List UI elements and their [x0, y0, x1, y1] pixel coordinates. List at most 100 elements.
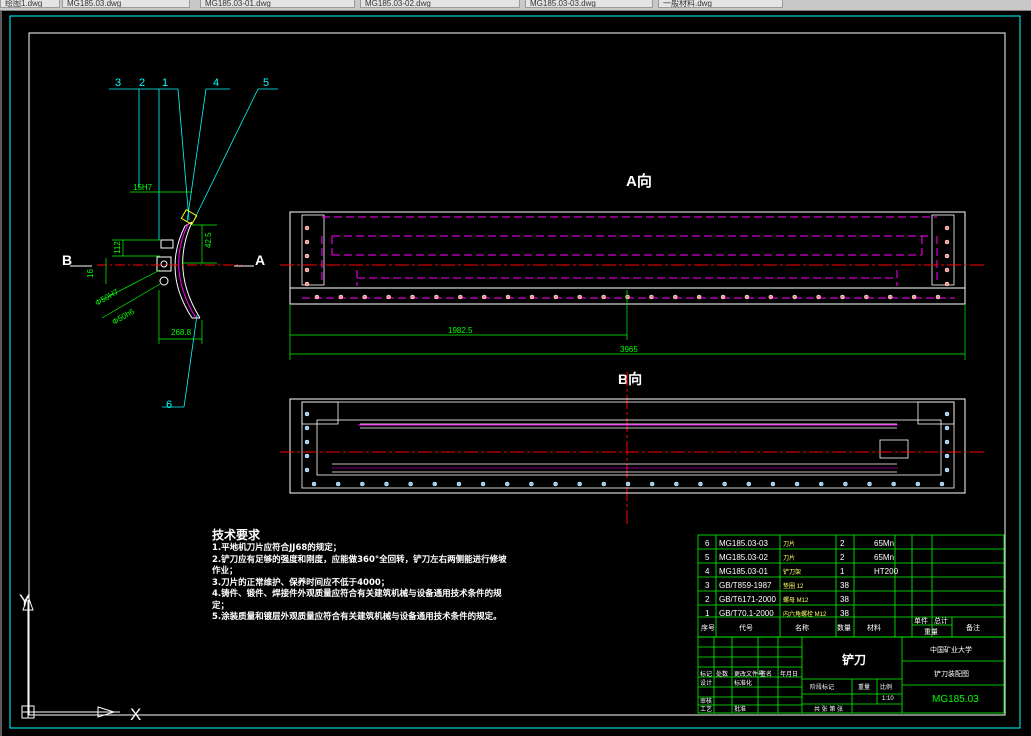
- bolt-hole: [891, 481, 896, 487]
- bom-cell-material: 65Mn: [874, 539, 894, 548]
- view-a-title: A向: [626, 172, 652, 190]
- section-mark-a: A: [255, 252, 265, 268]
- balloon-6: 6: [166, 399, 172, 411]
- tb-date: 年月日: [780, 670, 798, 678]
- ucs-y-label: Y: [19, 591, 30, 610]
- bolt-hole: [720, 294, 726, 300]
- bom-cell-name: 刀片: [783, 540, 795, 548]
- bolt-hole: [456, 481, 462, 487]
- bom-cell-qty: 2: [840, 553, 845, 562]
- tb-checker: 审核: [700, 697, 712, 705]
- bolt-hole: [625, 481, 631, 487]
- bolt-hole: [698, 481, 703, 487]
- bom-header-weight: 重量: [924, 628, 938, 636]
- tab-mg185-03-01[interactable]: MG185.03-01.dwg: [200, 0, 355, 8]
- dim-1982-5: 1982.5: [448, 326, 473, 335]
- bolt-hole: [770, 481, 776, 487]
- bom-cell-code: GB/T6171-2000: [719, 595, 776, 604]
- bolt-hole: [939, 481, 945, 487]
- bom-cell-no: 1: [705, 609, 710, 618]
- notes-line-5: 5.涂装质量和镀层外观质量应符合有关建筑机械与设备通用技术条件的规定。: [212, 612, 502, 622]
- bom-cell-code: MG185.03-02: [719, 553, 768, 562]
- bolt-hole: [794, 481, 800, 487]
- bolt-hole: [480, 481, 486, 487]
- bom-cell-code: MG185.03-01: [719, 567, 768, 576]
- bom-cell-name: 刀片: [783, 554, 795, 562]
- bolt-hole: [529, 481, 534, 487]
- bom-cell-qty: 38: [840, 595, 849, 604]
- bom-cell-no: 3: [705, 581, 710, 590]
- dim-268-8: 268.8: [171, 328, 192, 337]
- ucs-icon: [21, 594, 120, 719]
- bom-cell-material: 65Mn: [874, 553, 894, 562]
- dim-42-5: 42.5: [204, 232, 213, 248]
- bolt-hole: [362, 294, 368, 300]
- tab-mg185-03[interactable]: MG185.03.dwg: [62, 0, 190, 8]
- bolt-hole: [722, 481, 727, 487]
- bolt-hole: [432, 481, 438, 487]
- bom-cell-no: 5: [705, 553, 710, 562]
- bolt-hole: [915, 481, 921, 487]
- bolt-hole: [746, 481, 752, 487]
- bolt-hole: [311, 481, 317, 487]
- bom-header-name: 名称: [795, 623, 809, 632]
- bolt-hole: [625, 294, 630, 300]
- tab-label: 绘图1.dwg: [5, 0, 43, 8]
- bom-cell-material: HT200: [874, 567, 899, 576]
- bolt-hole: [911, 294, 917, 300]
- bolt-hole: [649, 481, 655, 487]
- bom-cell-code: GB/T859-1987: [719, 581, 772, 590]
- tab-label: MG185.03-03.dwg: [530, 0, 596, 8]
- tab-mg185-03-03[interactable]: MG185.03-03.dwg: [525, 0, 653, 8]
- bolt-hole: [577, 294, 582, 300]
- tab-label: MG185.03-02.dwg: [365, 0, 431, 8]
- tb-scale-value: 1:10: [882, 696, 894, 702]
- bolt-hole: [649, 294, 654, 300]
- bom-header-remark: 备注: [966, 623, 980, 632]
- bom-cell-no: 6: [705, 539, 710, 548]
- bolt-hole: [696, 294, 702, 300]
- notes-title: 技术要求: [212, 528, 261, 542]
- bolt-hole: [935, 294, 941, 300]
- bom-cell-qty: 2: [840, 539, 845, 548]
- bom-cell-no: 4: [705, 567, 710, 576]
- dim-phi50h6: Φ50h6: [111, 307, 137, 327]
- tb-count: 处数: [716, 670, 728, 678]
- tb-sheet: 共 张 第 张: [814, 705, 843, 713]
- bom-header-single: 单件: [914, 616, 928, 625]
- drawing-canvas[interactable]: 3 2 1 4 5 6 15H7 112 16 42.5 Φ50H7 Φ50h6…: [0, 11, 1031, 736]
- notes-line-2: 2.铲刀应有足够的强度和刚度，应能做360°全回转，铲刀左右两侧能进行修坡作业；: [212, 554, 507, 577]
- tab-general-material[interactable]: 一般材料.dwg: [658, 0, 783, 8]
- bom-header-material: 材料: [867, 623, 881, 632]
- bolt-hole: [360, 481, 365, 487]
- bolt-hole: [553, 481, 558, 487]
- bom-header-total: 总计: [934, 616, 948, 625]
- bom-cell-code: GB/T70.1-2000: [719, 609, 774, 618]
- dim-112: 112: [113, 241, 122, 254]
- dim-15h7: 15H7: [133, 183, 153, 192]
- balloon-1: 1: [162, 77, 168, 89]
- tb-designer: 设计: [700, 679, 712, 687]
- tab-mg185-03-02[interactable]: MG185.03-02.dwg: [360, 0, 520, 8]
- outer-frame: [9, 15, 1021, 729]
- tb-mark: 标记: [700, 670, 712, 678]
- tb-signature: 签名: [760, 670, 772, 678]
- bom-cell-name: 螺母 M12: [783, 596, 809, 604]
- tab-drawing-1[interactable]: 绘图1.dwg: [0, 0, 60, 8]
- notes-line-1: 1.平地机刀片应符合JJ68的规定；: [212, 543, 342, 553]
- technical-notes: 技术要求 1.平地机刀片应符合JJ68的规定； 2.铲刀应有足够的强度和刚度，应…: [212, 528, 512, 624]
- bom-header-qty: 数量: [837, 623, 851, 632]
- bolt-hole: [577, 481, 582, 487]
- bolt-hole: [843, 481, 848, 487]
- bolt-hole: [744, 294, 750, 300]
- tb-approve: 批准: [734, 705, 746, 713]
- bolt-hole: [314, 294, 320, 300]
- document-tab-bar: 绘图1.dwg MG185.03.dwg MG185.03-01.dwg MG1…: [0, 0, 1031, 11]
- tab-label: MG185.03.dwg: [67, 0, 122, 8]
- bolt-hole: [792, 294, 797, 300]
- bom-cell-qty: 38: [840, 581, 849, 590]
- side-section-view: 3 2 1 4 5 6 15H7 112 16 42.5 Φ50H7 Φ50h6…: [62, 77, 278, 411]
- view-a: A向 1982.5 3965: [280, 172, 987, 360]
- bolt-hole: [384, 481, 389, 487]
- dim-phi50h7: Φ50H7: [94, 287, 121, 308]
